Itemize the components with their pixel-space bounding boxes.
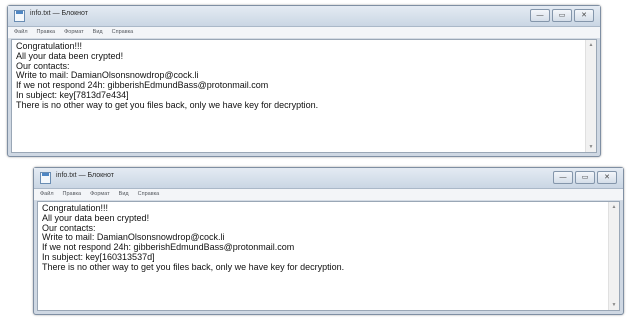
vertical-scrollbar[interactable]: ▲ ▼: [608, 202, 619, 310]
minimize-button[interactable]: —: [553, 171, 573, 184]
text-editor-area[interactable]: Congratulation!!! All your data been cry…: [37, 201, 620, 311]
scroll-down-arrow-icon[interactable]: ▼: [586, 144, 596, 150]
maximize-button[interactable]: ▭: [552, 9, 572, 22]
notepad-icon: [40, 172, 51, 184]
maximize-button[interactable]: ▭: [575, 171, 595, 184]
text-editor-area[interactable]: Congratulation!!! All your data been cry…: [11, 39, 597, 153]
notepad-window-1: info.txt — Блокнот — ▭ ✕ Файл Правка Фор…: [7, 5, 601, 157]
text-line: There is no other way to get you files b…: [42, 261, 345, 272]
menu-file[interactable]: Файл: [40, 189, 54, 200]
menu-view[interactable]: Вид: [93, 27, 103, 38]
menu-file[interactable]: Файл: [14, 27, 28, 38]
menu-help[interactable]: Справка: [112, 27, 134, 38]
title-bar[interactable]: info.txt — Блокнот — ▭ ✕: [34, 168, 623, 189]
menu-format[interactable]: Формат: [64, 27, 84, 38]
window-title: info.txt — Блокнот: [56, 172, 114, 179]
title-bar[interactable]: info.txt — Блокнот — ▭ ✕: [8, 6, 600, 27]
notepad-icon: [14, 10, 25, 22]
menu-bar: Файл Правка Формат Вид Справка: [34, 189, 623, 201]
text-line: All your data been crypted!: [42, 212, 150, 223]
notepad-window-2: info.txt — Блокнот — ▭ ✕ Файл Правка Фор…: [33, 167, 624, 315]
window-title: info.txt — Блокнот: [30, 10, 88, 17]
close-button[interactable]: ✕: [597, 171, 617, 184]
menu-format[interactable]: Формат: [90, 189, 110, 200]
scroll-down-arrow-icon[interactable]: ▼: [609, 302, 619, 308]
vertical-scrollbar[interactable]: ▲ ▼: [585, 40, 596, 152]
menu-bar: Файл Правка Формат Вид Справка: [8, 27, 600, 39]
text-line: There is no other way to get you files b…: [16, 99, 319, 110]
minimize-button[interactable]: —: [530, 9, 550, 22]
menu-view[interactable]: Вид: [119, 189, 129, 200]
menu-help[interactable]: Справка: [138, 189, 160, 200]
menu-edit[interactable]: Правка: [37, 27, 56, 38]
menu-edit[interactable]: Правка: [63, 189, 82, 200]
text-line: All your data been crypted!: [16, 50, 124, 61]
window-controls: — ▭ ✕: [530, 9, 594, 22]
close-button[interactable]: ✕: [574, 9, 594, 22]
scroll-up-arrow-icon[interactable]: ▲: [586, 42, 596, 48]
window-controls: — ▭ ✕: [553, 171, 617, 184]
scroll-up-arrow-icon[interactable]: ▲: [609, 204, 619, 210]
